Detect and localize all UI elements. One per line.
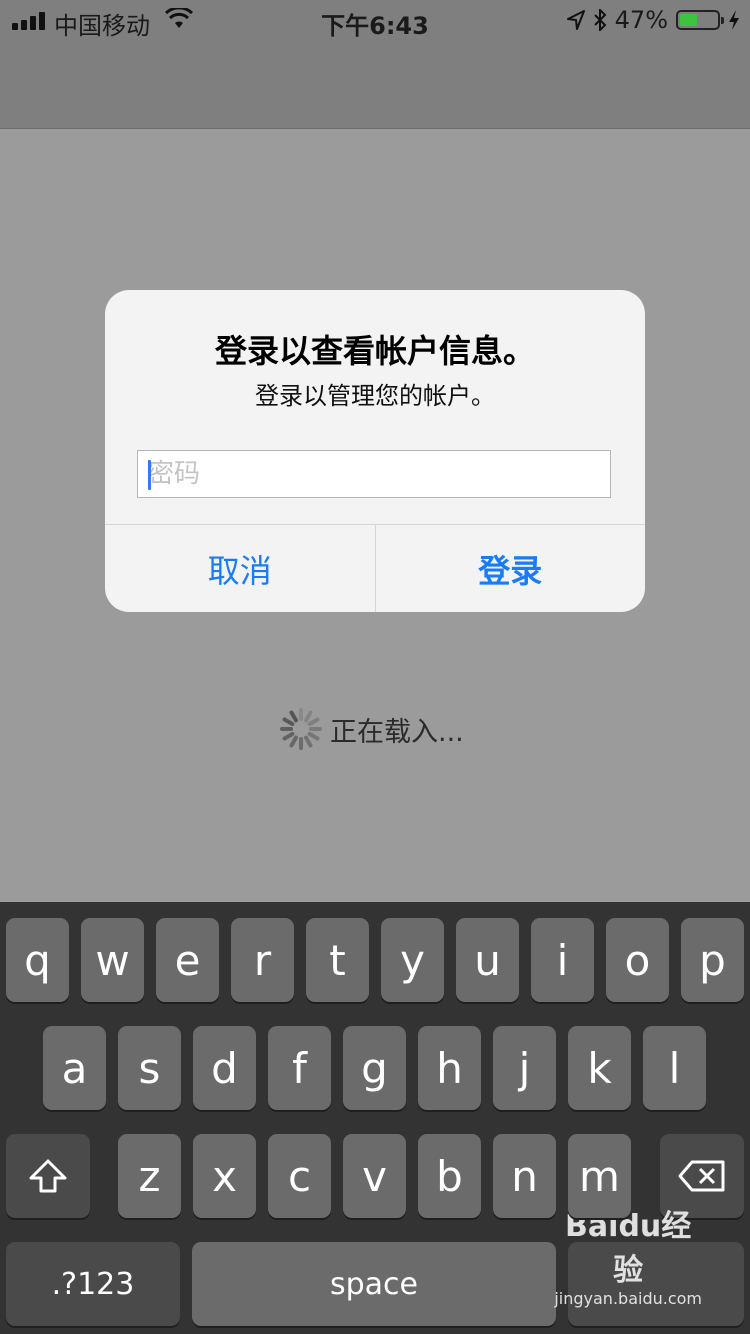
dialog-button-row: 取消 登录 — [105, 524, 645, 612]
key-v[interactable]: v — [343, 1134, 406, 1218]
login-alert-dialog: 登录以查看帐户信息。 登录以管理您的帐户。 取消 登录 — [105, 290, 645, 612]
watermark-sub: jingyan.baidu.com — [554, 1289, 702, 1308]
dialog-message: 登录以管理您的帐户。 — [255, 382, 495, 410]
dialog-title: 登录以查看帐户信息。 — [214, 332, 535, 370]
key-a[interactable]: a — [43, 1026, 106, 1110]
key-k[interactable]: k — [568, 1026, 631, 1110]
loading-text: 正在载入... — [330, 716, 464, 748]
battery-icon — [676, 10, 724, 30]
spinner-spoke — [282, 717, 295, 726]
keyboard: .?123 space Baidu经验 jingyan.baidu.com qw… — [0, 902, 750, 1334]
spinner-spoke — [304, 735, 313, 748]
key-r[interactable]: r — [231, 918, 294, 1002]
space-key[interactable]: space — [192, 1242, 556, 1326]
spinner-spoke — [282, 732, 295, 741]
location-icon — [566, 10, 585, 30]
key-m[interactable]: m — [568, 1134, 631, 1218]
bluetooth-icon — [593, 9, 607, 31]
key-o[interactable]: o — [606, 918, 669, 1002]
key-u[interactable]: u — [456, 918, 519, 1002]
password-input[interactable] — [137, 450, 611, 498]
spinner-spoke — [304, 710, 313, 723]
spinner-spoke — [289, 710, 298, 723]
return-key[interactable]: Baidu经验 jingyan.baidu.com — [554, 1209, 744, 1326]
key-n[interactable]: n — [493, 1134, 556, 1218]
numbers-mode-key[interactable]: .?123 — [6, 1242, 180, 1326]
key-c[interactable]: c — [268, 1134, 331, 1218]
battery-percent: 47% — [614, 6, 668, 34]
key-g[interactable]: g — [343, 1026, 406, 1110]
key-s[interactable]: s — [118, 1026, 181, 1110]
status-right-group: 47% — [566, 6, 740, 34]
key-q[interactable]: q — [6, 918, 69, 1002]
key-e[interactable]: e — [156, 918, 219, 1002]
key-z[interactable]: z — [118, 1134, 181, 1218]
key-y[interactable]: y — [381, 918, 444, 1002]
navigation-area: 中国移动 下午6:43 47% — [0, 0, 750, 129]
shift-key[interactable] — [6, 1134, 90, 1218]
key-x[interactable]: x — [193, 1134, 256, 1218]
cancel-button[interactable]: 取消 — [105, 525, 376, 612]
status-bar: 中国移动 下午6:43 47% — [0, 0, 750, 40]
charging-icon — [729, 10, 739, 30]
key-j[interactable]: j — [493, 1026, 556, 1110]
backspace-icon — [678, 1160, 725, 1192]
key-b[interactable]: b — [418, 1134, 481, 1218]
spinner-spoke — [307, 732, 320, 741]
key-f[interactable]: f — [268, 1026, 331, 1110]
shift-icon — [29, 1159, 67, 1193]
key-p[interactable]: p — [681, 918, 744, 1002]
key-w[interactable]: w — [81, 918, 144, 1002]
spinner-icon — [280, 708, 322, 750]
key-h[interactable]: h — [418, 1026, 481, 1110]
spinner-spoke — [307, 717, 320, 726]
loading-indicator: 正在载入... — [280, 708, 464, 750]
key-i[interactable]: i — [531, 918, 594, 1002]
login-button[interactable]: 登录 — [376, 525, 646, 612]
key-l[interactable]: l — [643, 1026, 706, 1110]
key-d[interactable]: d — [193, 1026, 256, 1110]
text-cursor — [148, 460, 151, 490]
spinner-spoke — [289, 735, 298, 748]
key-t[interactable]: t — [306, 918, 369, 1002]
